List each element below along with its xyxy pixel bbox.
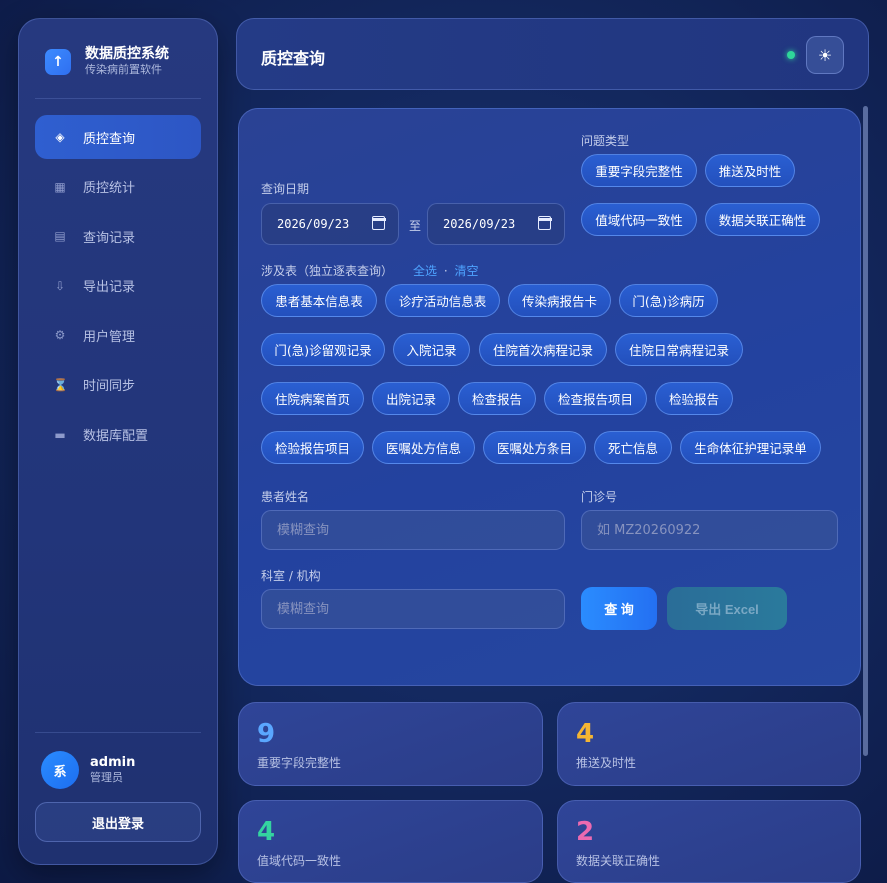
list-icon: ▤: [54, 229, 66, 244]
table-chip[interactable]: 传染病报告卡: [508, 284, 611, 317]
date-label: 查询日期: [261, 182, 310, 196]
download-icon: ⇩: [54, 278, 66, 293]
table-chip[interactable]: 检验报告项目: [261, 431, 364, 464]
database-icon: ▬: [54, 427, 66, 442]
user-name: admin: [90, 755, 136, 770]
issue-chip[interactable]: 推送及时性: [705, 154, 795, 187]
sidebar-divider: [35, 732, 201, 733]
issue-chip[interactable]: 值域代码一致性: [581, 203, 697, 236]
user-info: 系 admin 管理员: [41, 751, 135, 789]
sidebar-item-label: 质控统计: [83, 181, 136, 197]
stat-card: 4 推送及时性: [557, 702, 861, 786]
export-excel-button[interactable]: 导出 Excel: [667, 587, 787, 630]
brand-title: 数据质控系统: [85, 46, 169, 62]
visit-number-input[interactable]: [581, 510, 838, 550]
select-all-link[interactable]: 全选: [413, 264, 437, 278]
diamond-icon: ◈: [55, 130, 65, 144]
brand: ↑ 数据质控系统 传染病前置软件: [45, 46, 169, 77]
sidebar-item-quality-stats[interactable]: ▦ 质控统计: [35, 165, 201, 209]
sidebar-item-user-management[interactable]: ⚙ 用户管理: [35, 313, 201, 357]
patient-name-label: 患者姓名: [261, 490, 310, 504]
stat-label: 数据关联正确性: [576, 854, 661, 868]
table-chip[interactable]: 入院记录: [393, 333, 470, 366]
issue-type-label: 问题类型: [581, 134, 630, 148]
scrollbar[interactable]: [863, 106, 868, 756]
sidebar-item-quality-query[interactable]: ◈ 质控查询: [35, 115, 201, 159]
avatar: 系: [41, 751, 79, 789]
sidebar-divider: [35, 98, 201, 99]
clear-link[interactable]: 清空: [455, 264, 479, 278]
stat-value: 2: [576, 817, 595, 847]
stat-card: 9 重要字段完整性: [238, 702, 543, 786]
tables-label: 涉及表（独立逐表查询）: [261, 264, 394, 278]
stat-card: 2 数据关联正确性: [557, 800, 861, 883]
table-chip[interactable]: 住院病案首页: [261, 382, 364, 415]
header: 质控查询 ☀: [236, 18, 869, 90]
table-chip[interactable]: 医嘱处方信息: [372, 431, 475, 464]
calendar-icon[interactable]: [371, 216, 386, 230]
hourglass-icon: ⌛: [53, 377, 68, 392]
table-chip[interactable]: 住院首次病程记录: [479, 333, 607, 366]
user-role: 管理员: [90, 771, 123, 784]
theme-toggle-button[interactable]: ☀: [806, 36, 844, 74]
sidebar: ↑ 数据质控系统 传染病前置软件 ◈ 质控查询 ▦ 质控统计 ▤ 查询记录 ⇩ …: [18, 18, 218, 865]
calendar-icon[interactable]: [537, 216, 552, 230]
table-chip[interactable]: 检查报告项目: [544, 382, 647, 415]
gear-icon: ⚙: [54, 328, 66, 343]
sidebar-item-label: 查询记录: [83, 230, 136, 246]
date-to-value: 2026/09/23: [443, 217, 516, 231]
sidebar-item-export-records[interactable]: ⇩ 导出记录: [35, 264, 201, 308]
query-panel: 查询日期 2026/09/23 至 2026/09/23 问题类型 重要字段完整…: [238, 108, 861, 686]
stat-value: 9: [257, 719, 276, 749]
status-indicator: [787, 51, 795, 59]
table-chip[interactable]: 门(急)诊留观记录: [261, 333, 385, 366]
issue-chip[interactable]: 数据关联正确性: [705, 203, 820, 236]
visit-number-label: 门诊号: [581, 490, 618, 504]
department-label: 科室 / 机构: [261, 569, 321, 583]
table-chip[interactable]: 检验报告: [655, 382, 733, 415]
arrow-up-icon: ↑: [45, 48, 71, 75]
table-chip[interactable]: 检查报告: [458, 382, 536, 415]
table-chip[interactable]: 诊疗活动信息表: [385, 284, 500, 317]
link-separator: ·: [443, 264, 448, 278]
sidebar-item-label: 用户管理: [83, 329, 136, 345]
stat-value: 4: [576, 719, 595, 749]
stat-card: 4 值域代码一致性: [238, 800, 543, 883]
patient-name-input[interactable]: [261, 510, 565, 550]
table-chip[interactable]: 医嘱处方条目: [483, 431, 586, 464]
issue-chip[interactable]: 重要字段完整性: [581, 154, 697, 187]
table-chip[interactable]: 门(急)诊病历: [619, 284, 718, 317]
table-chip[interactable]: 患者基本信息表: [261, 284, 377, 317]
sun-icon: ☀: [817, 45, 833, 65]
date-from-value: 2026/09/23: [277, 217, 350, 231]
table-chip[interactable]: 死亡信息: [594, 431, 672, 464]
table-chip[interactable]: 住院日常病程记录: [615, 333, 743, 366]
sidebar-item-database-config[interactable]: ▬ 数据库配置: [35, 413, 201, 457]
date-from-input[interactable]: 2026/09/23: [261, 203, 399, 245]
sidebar-item-time-sync[interactable]: ⌛ 时间同步: [35, 363, 201, 407]
stat-label: 重要字段完整性: [257, 756, 342, 770]
stat-label: 推送及时性: [576, 756, 637, 770]
table-chip[interactable]: 生命体征护理记录单: [680, 431, 821, 464]
page-title: 质控查询: [261, 49, 326, 68]
stat-label: 值域代码一致性: [257, 854, 342, 868]
sidebar-item-label: 质控查询: [83, 131, 136, 147]
sidebar-nav: ◈ 质控查询 ▦ 质控统计 ▤ 查询记录 ⇩ 导出记录 ⚙ 用户管理 ⌛ 时间同…: [35, 115, 201, 462]
sidebar-item-label: 时间同步: [83, 379, 136, 395]
table-chip[interactable]: 出院记录: [372, 382, 450, 415]
sidebar-item-label: 导出记录: [83, 280, 136, 296]
sidebar-item-label: 数据库配置: [83, 429, 149, 445]
date-to-input[interactable]: 2026/09/23: [427, 203, 565, 245]
date-to-separator: 至: [409, 219, 422, 233]
stat-value: 4: [257, 817, 276, 847]
brand-subtitle: 传染病前置软件: [85, 63, 162, 76]
query-button[interactable]: 查 询: [581, 587, 657, 630]
logout-button[interactable]: 退出登录: [35, 802, 201, 842]
grid-icon: ▦: [54, 179, 66, 194]
sidebar-item-query-records[interactable]: ▤ 查询记录: [35, 214, 201, 258]
department-input[interactable]: [261, 589, 565, 629]
